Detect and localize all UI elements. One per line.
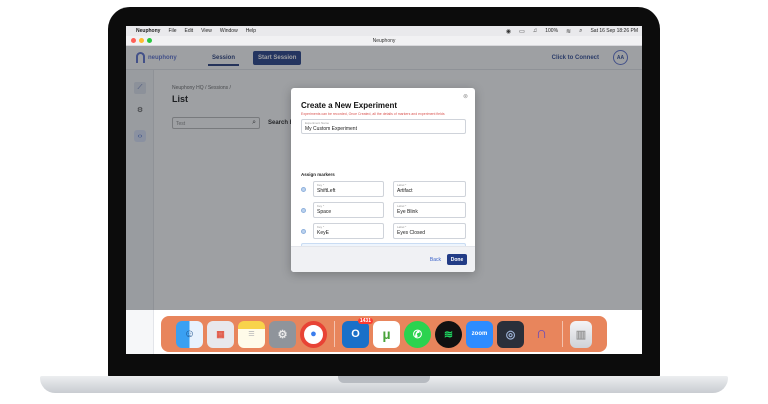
back-button[interactable]: Back xyxy=(430,257,441,263)
label-label: Label * xyxy=(397,204,407,208)
experiment-name-value: My Custom Experiment xyxy=(305,126,357,132)
neuphony-icon[interactable]: ∩ xyxy=(528,321,555,348)
marker-label-value: Eyes Closed xyxy=(397,230,426,236)
headphones-icon[interactable]: ♫ xyxy=(533,28,538,34)
menubar-status: ◉ ▭ ♫ 100% ≋ ⌕ Sat 16 Sep 18:26 PM xyxy=(506,28,638,35)
close-icon[interactable]: ⊗ xyxy=(463,93,468,100)
menubar-app-name[interactable]: Neuphony xyxy=(136,28,160,34)
mac-menubar: Neuphony File Edit View Window Help ◉ ▭ … xyxy=(126,26,642,36)
marker-handle-icon[interactable] xyxy=(301,187,306,192)
laptop-notch xyxy=(338,376,430,383)
whatsapp-icon[interactable]: ✆ xyxy=(404,320,431,348)
key-label: Key * xyxy=(317,204,325,208)
experiment-name-label: Experiment Name xyxy=(305,121,330,125)
key-label: Key * xyxy=(317,183,325,187)
marker-handle-icon[interactable] xyxy=(301,229,306,234)
trash-icon[interactable]: ▥ xyxy=(570,320,592,348)
menubar-clock[interactable]: Sat 16 Sep 18:26 PM xyxy=(590,28,638,34)
menu-view[interactable]: View xyxy=(201,28,212,34)
marker-key-field[interactable]: Key * ShiftLeft xyxy=(313,181,384,197)
dock-separator xyxy=(562,321,563,347)
finder-icon[interactable]: ☺ xyxy=(176,320,203,348)
label-label: Label * xyxy=(397,183,407,187)
camera-icon[interactable]: ◎ xyxy=(497,320,524,348)
outlook-badge: 1431 xyxy=(357,317,373,324)
screen-icon[interactable]: ▭ xyxy=(519,28,525,35)
system-settings-icon[interactable]: ⚙ xyxy=(269,320,296,348)
menu-edit[interactable]: Edit xyxy=(185,28,194,34)
marker-key-field[interactable]: Key * Space xyxy=(313,202,384,218)
chrome-icon[interactable]: ● xyxy=(300,320,327,348)
menu-file[interactable]: File xyxy=(168,28,176,34)
battery-percent: 100% xyxy=(545,28,559,34)
torrent-icon[interactable]: µ xyxy=(373,320,400,348)
marker-label-field[interactable]: Label * Artifact xyxy=(393,181,466,197)
window-title: Neuphony xyxy=(372,37,396,44)
outlook-icon[interactable]: O 1431 xyxy=(342,317,373,348)
laptop-scene: Neuphony File Edit View Window Help ◉ ▭ … xyxy=(0,0,768,404)
notes-icon[interactable]: ≡ xyxy=(238,320,265,348)
create-experiment-modal: ⊗ Create a New Experiment Experiments ca… xyxy=(291,88,475,272)
label-label: Label * xyxy=(397,225,407,229)
spotify-icon[interactable]: ≋ xyxy=(435,320,462,348)
wifi-icon[interactable]: ≋ xyxy=(566,28,571,35)
marker-label-field[interactable]: Label * Eyes Closed xyxy=(393,223,466,239)
search-icon[interactable]: ⌕ xyxy=(579,28,582,35)
marker-label-field[interactable]: Label * Eye Blink xyxy=(393,202,466,218)
done-button[interactable]: Done xyxy=(447,254,467,265)
zoom-status-icon[interactable]: ◉ xyxy=(506,28,511,35)
window-titlebar: Neuphony xyxy=(126,36,642,46)
screen: Neuphony File Edit View Window Help ◉ ▭ … xyxy=(126,26,642,354)
marker-handle-icon[interactable] xyxy=(301,208,306,213)
menu-window[interactable]: Window xyxy=(220,28,238,34)
zoom-icon[interactable]: zoom xyxy=(466,320,493,348)
menu-help[interactable]: Help xyxy=(246,28,256,34)
experiment-name-field[interactable]: Experiment Name My Custom Experiment xyxy=(301,119,466,134)
modal-subtitle: Experiments can be recorded, Once Create… xyxy=(301,112,445,116)
marker-key-value: ShiftLeft xyxy=(317,188,336,194)
launchpad-icon[interactable]: ▦ xyxy=(207,320,234,348)
marker-key-field[interactable]: Key * KeyE xyxy=(313,223,384,239)
marker-label-value: Artifact xyxy=(397,188,413,194)
marker-label-value: Eye Blink xyxy=(397,209,418,215)
marker-key-value: Space xyxy=(317,209,332,215)
assign-markers-label: Assign markers xyxy=(301,172,335,177)
modal-footer: Back Done xyxy=(291,246,475,272)
dock-separator xyxy=(334,321,335,347)
key-label: Key * xyxy=(317,225,325,229)
modal-title: Create a New Experiment xyxy=(301,101,398,110)
marker-key-value: KeyE xyxy=(317,230,329,236)
dock: ☺ ▦ ≡ ⚙ ● O 1431 µ ✆ ≋ zoom ◎ ∩ ▥ xyxy=(161,316,607,352)
